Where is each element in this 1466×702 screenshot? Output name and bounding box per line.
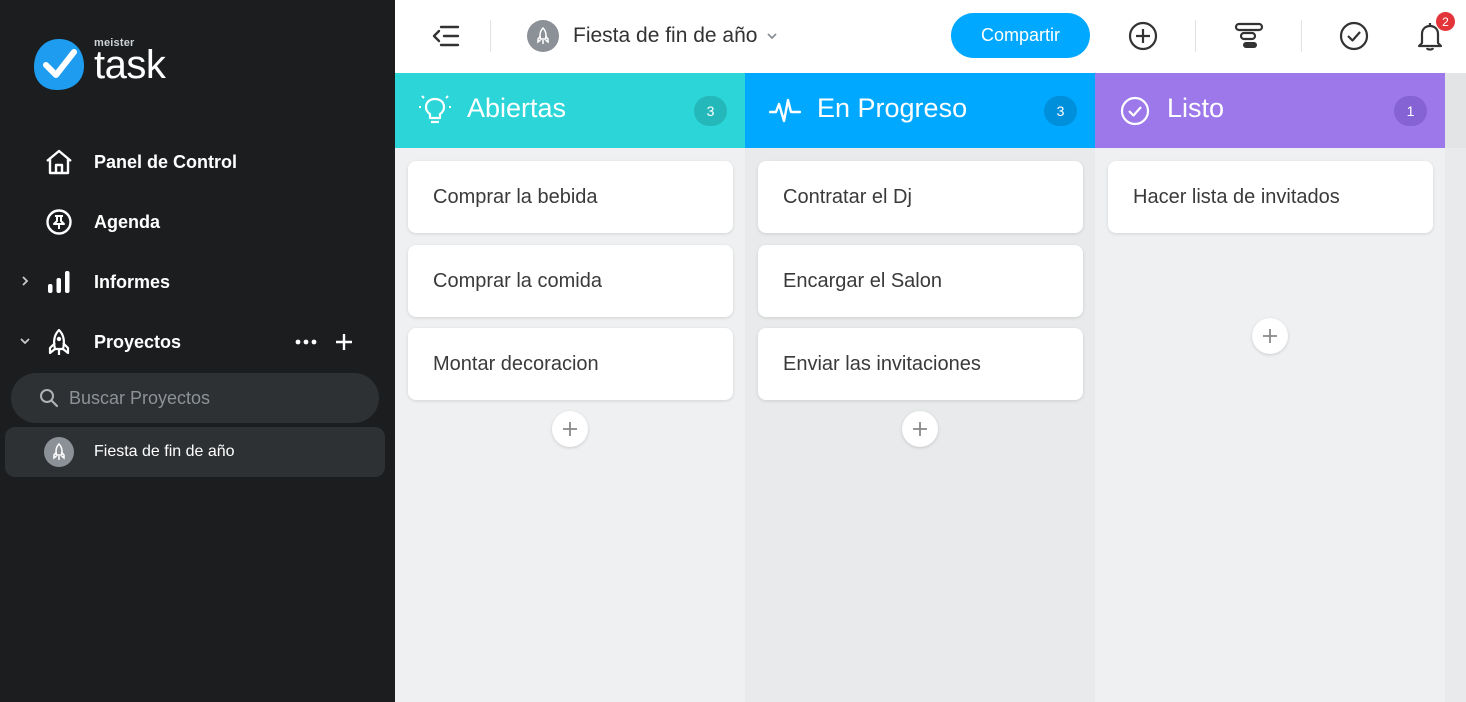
- add-task-button[interactable]: [1252, 318, 1288, 354]
- project-switcher[interactable]: Fiesta de fin de año: [527, 20, 779, 52]
- add-button[interactable]: [1125, 18, 1161, 54]
- column-title: Listo: [1167, 93, 1225, 123]
- sidebar-project-label: Fiesta de fin de año: [94, 443, 235, 460]
- nav-dashboard-label: Panel de Control: [94, 151, 238, 172]
- task-card[interactable]: Hacer lista de invitados: [1108, 161, 1433, 233]
- chevron-down-icon[interactable]: [18, 334, 32, 348]
- board-overflow-header: [1445, 73, 1466, 148]
- chevron-down-icon: [767, 33, 778, 40]
- sidebar-project-item[interactable]: Fiesta de fin de año: [5, 427, 385, 477]
- pulse-icon: [769, 98, 801, 123]
- column-count: 3: [1044, 96, 1077, 126]
- more-options-icon[interactable]: [295, 332, 317, 352]
- check-circle-icon: [1339, 21, 1369, 51]
- column-listo: Listo 1 Hacer lista de invitados: [1095, 73, 1445, 702]
- plus-icon: [913, 422, 927, 436]
- divider: [1195, 20, 1196, 52]
- sidebar: meister task Panel de Control Agenda Inf…: [0, 0, 395, 702]
- project-avatar: [44, 437, 74, 467]
- logo-big-text: task: [94, 43, 166, 87]
- rocket-icon: [53, 443, 65, 460]
- rocket-icon: [537, 27, 549, 44]
- column-count: 3: [694, 96, 727, 126]
- check-circle-icon: [1120, 96, 1150, 126]
- task-card[interactable]: Comprar la bebida: [408, 161, 733, 233]
- task-title: Montar decoracion: [433, 352, 599, 375]
- nav-agenda[interactable]: Agenda: [0, 202, 395, 242]
- column-title: Abiertas: [467, 93, 567, 123]
- task-title: Contratar el Dj: [783, 185, 912, 208]
- nav-projects[interactable]: Proyectos: [0, 322, 395, 362]
- task-card[interactable]: Encargar el Salon: [758, 245, 1083, 317]
- home-icon: [46, 149, 72, 175]
- add-task-button[interactable]: [552, 411, 588, 447]
- plus-circle-icon: [1128, 21, 1158, 51]
- search-icon: [40, 389, 59, 408]
- task-title: Enviar las invitaciones: [783, 352, 981, 375]
- projects-actions: [295, 332, 353, 352]
- plus-icon: [1263, 329, 1277, 343]
- task-card[interactable]: Comprar la comida: [408, 245, 733, 317]
- nav-reports[interactable]: Informes: [0, 262, 395, 302]
- project-avatar: [527, 20, 559, 52]
- timeline-button[interactable]: [1231, 18, 1267, 54]
- board-overflow-area: [1445, 73, 1466, 702]
- column-header[interactable]: En Progreso 3: [745, 73, 1095, 148]
- task-title: Comprar la bebida: [433, 185, 598, 208]
- search-projects[interactable]: [11, 373, 379, 423]
- divider: [490, 20, 491, 52]
- top-bar: Fiesta de fin de año Compartir 2: [395, 0, 1466, 73]
- logo-text: meister task: [94, 38, 166, 87]
- meistertask-logo[interactable]: meister task: [32, 36, 166, 92]
- rocket-icon: [48, 328, 70, 355]
- plus-icon: [563, 422, 577, 436]
- column-count: 1: [1394, 96, 1427, 126]
- column-header[interactable]: Abiertas 3: [395, 73, 745, 148]
- nav-dashboard[interactable]: Panel de Control: [0, 142, 395, 182]
- column-body: Contratar el Dj Encargar el Salon Enviar…: [745, 148, 1095, 702]
- share-button[interactable]: Compartir: [951, 13, 1090, 58]
- add-task-button[interactable]: [902, 411, 938, 447]
- timeline-icon: [1234, 22, 1264, 48]
- column-header[interactable]: Listo 1: [1095, 73, 1445, 148]
- bar-chart-icon: [48, 271, 70, 293]
- chevron-right-icon[interactable]: [18, 274, 32, 288]
- task-card[interactable]: Contratar el Dj: [758, 161, 1083, 233]
- nav-agenda-label: Agenda: [94, 211, 161, 232]
- task-title: Hacer lista de invitados: [1133, 185, 1340, 208]
- lightbulb-icon: [419, 95, 451, 124]
- column-abiertas: Abiertas 3 Comprar la bebida Comprar la …: [395, 73, 745, 702]
- task-title: Encargar el Salon: [783, 269, 942, 292]
- column-body: Hacer lista de invitados: [1095, 148, 1445, 702]
- pin-icon: [46, 209, 72, 235]
- collapse-sidebar-icon[interactable]: [431, 22, 461, 50]
- task-title: Comprar la comida: [433, 269, 602, 292]
- nav-projects-label: Proyectos: [94, 331, 182, 352]
- column-en-progreso: En Progreso 3 Contratar el Dj Encargar e…: [745, 73, 1095, 702]
- tasks-button[interactable]: [1336, 18, 1372, 54]
- column-title: En Progreso: [817, 93, 968, 123]
- divider: [1301, 20, 1302, 52]
- logo-check-icon: [34, 39, 84, 90]
- task-card[interactable]: Montar decoracion: [408, 328, 733, 400]
- project-title: Fiesta de fin de año: [573, 24, 758, 47]
- add-project-icon[interactable]: [335, 333, 353, 351]
- nav-reports-label: Informes: [94, 271, 171, 292]
- search-input[interactable]: [69, 387, 349, 409]
- notification-badge: 2: [1436, 12, 1455, 31]
- column-body: Comprar la bebida Comprar la comida Mont…: [395, 148, 745, 702]
- task-card[interactable]: Enviar las invitaciones: [758, 328, 1083, 400]
